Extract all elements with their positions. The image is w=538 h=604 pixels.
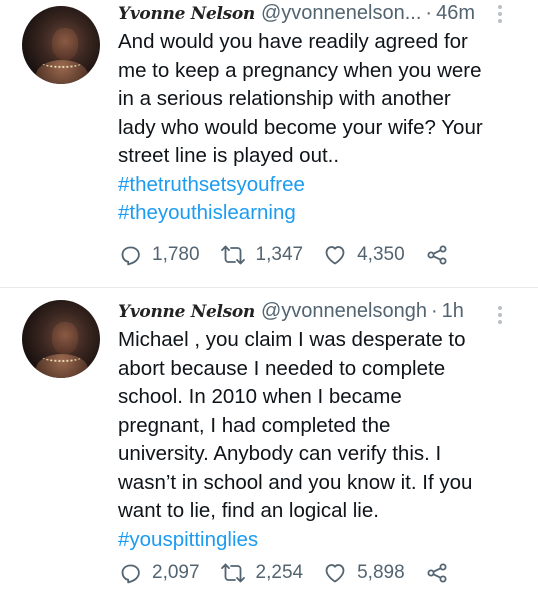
tweet-actions: 2,097 2,254 5,898 [118,561,469,585]
hashtag-link[interactable]: #thetruthsetsyoufree [118,171,518,200]
reply-icon [121,246,140,266]
heart-icon [325,564,345,583]
hashtag-link[interactable]: #theyouthislearning [118,199,518,228]
retweet-count: 2,254 [255,562,304,583]
author-handle[interactable]: @yvonnenelson... [261,2,421,25]
share-icon [427,245,447,265]
tweet-header: Yvonne Nelson @yvonnenelson... · 46m [118,2,475,25]
author-name[interactable]: Yvonne Nelson [118,302,255,322]
tweet-text-line: me to keep a pregnancy when you were [118,58,482,82]
tweet-text-line: street line is played out.. [118,144,340,167]
retweet-count: 1,347 [255,244,304,265]
avatar[interactable] [22,300,100,378]
reply-count: 2,097 [152,562,200,583]
share-icon [427,563,447,583]
heart-icon [325,246,345,265]
avatar-face [52,28,78,60]
like-button[interactable]: 4,350 [323,243,405,267]
tweet-text-line: abort because I needed to complete [118,356,446,380]
tweet-text: Michael , you claim I was desperate to a… [118,326,518,554]
tweet-timestamp[interactable]: 1h [442,300,464,323]
tweet[interactable]: Yvonne Nelson @yvonnenelsongh · 1h Micha… [0,288,538,604]
separator-dot: · [430,300,438,322]
tweet[interactable]: Yvonne Nelson @yvonnenelson... · 46m And… [0,0,538,287]
retweet-button[interactable]: 2,254 [220,561,304,585]
tweet-text-line: lady who would become your wife? Your [118,115,483,139]
tweet-text-line: school. In 2010 when I became [118,385,402,408]
author-handle[interactable]: @yvonnenelsongh [261,300,427,323]
author-name[interactable]: Yvonne Nelson [118,4,255,24]
avatar-necklace [42,58,82,68]
tweet-actions: 1,780 1,347 4,350 [118,243,469,267]
like-count: 4,350 [357,244,405,265]
avatar-necklace [42,352,82,362]
tweet-timestamp[interactable]: 46m [436,2,475,25]
tweet-text-line: want to lie, find an logical lie. [118,499,379,522]
tweet-text-line: pregnant, I had completed the [118,413,391,437]
tweet-header: Yvonne Nelson @yvonnenelsongh · 1h [118,300,464,323]
tweet-text-line: in a serious relationship with another [118,87,451,110]
tweet-text: And would you have readily agreed for me… [118,28,518,228]
more-icon[interactable] [498,5,502,23]
tweet-text-line: university. Anybody can verify this. I [118,442,442,465]
avatar[interactable] [22,6,100,84]
tweet-text-line: wasn’t in school and you know it. If you [118,470,473,494]
share-button[interactable] [425,243,449,267]
avatar-face [52,322,78,354]
tweet-text-line: And would you have readily agreed for [118,30,468,53]
share-button[interactable] [425,561,449,585]
more-icon[interactable] [498,306,502,324]
like-count: 5,898 [357,562,405,583]
hashtag-link[interactable]: #youspittinglies [118,526,518,555]
reply-count: 1,780 [152,244,200,265]
tweet-text-line: Michael , you claim I was desperate to [118,328,466,351]
retweet-icon [220,245,245,265]
reply-icon [121,564,140,584]
retweet-icon [220,563,245,583]
reply-button[interactable]: 2,097 [118,561,200,585]
retweet-button[interactable]: 1,347 [220,243,304,267]
separator-dot: · [425,2,433,24]
like-button[interactable]: 5,898 [323,561,405,585]
reply-button[interactable]: 1,780 [118,243,200,267]
